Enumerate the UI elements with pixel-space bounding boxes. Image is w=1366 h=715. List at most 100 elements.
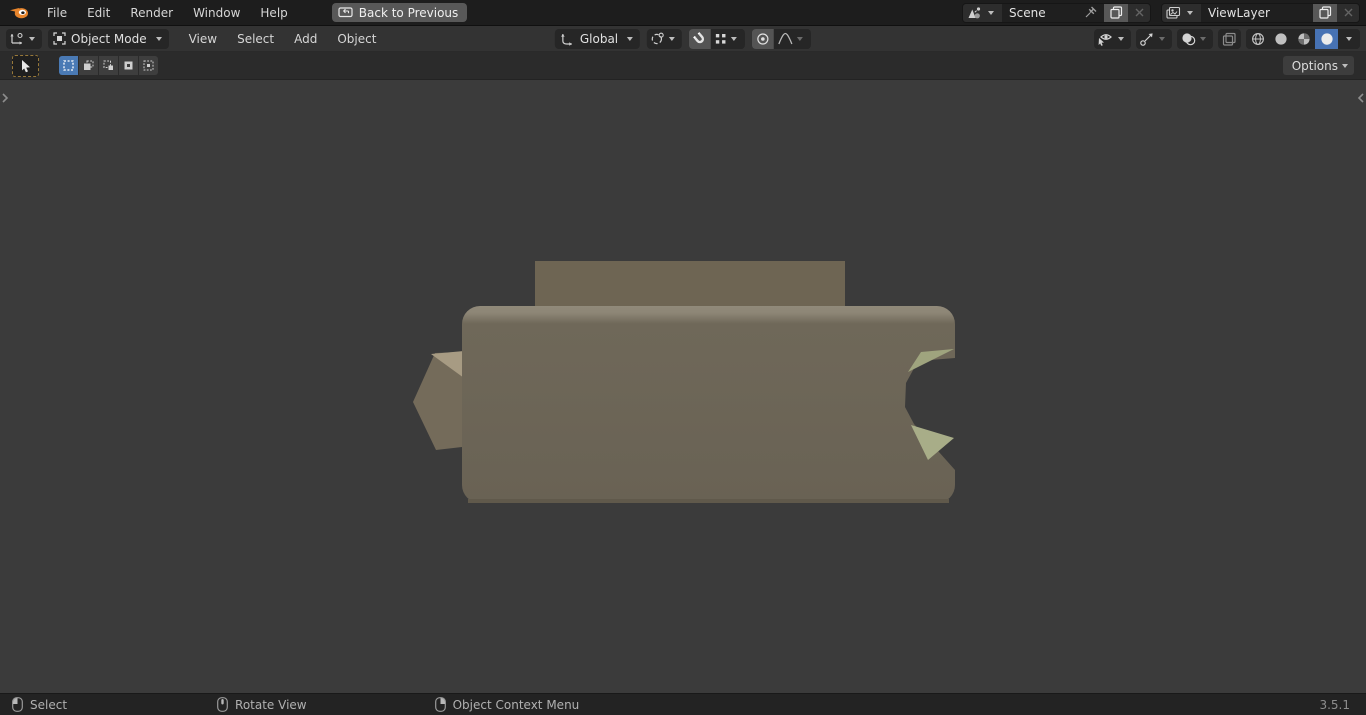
menu-help[interactable]: Help [250,0,297,25]
visibility-eye-icon [1097,32,1114,46]
magnet-icon [693,32,705,44]
status-keymap-select: Select [12,697,67,712]
mode-dropdown[interactable]: Object Mode [48,28,169,49]
editor-type-button[interactable] [6,28,42,49]
shading-rendered-button[interactable] [1315,28,1338,49]
duplicate-icon [1109,6,1122,19]
proportional-edit-group [752,29,812,49]
status-bar: Select Rotate View Object Context Menu 3… [0,693,1366,715]
viewport-header: Object Mode View Select Add Object Globa… [0,26,1366,52]
shading-wireframe-button[interactable] [1246,28,1269,49]
show-object-types-dropdown[interactable] [1094,28,1131,49]
menu-object[interactable]: Object [327,26,386,51]
middle-mouse-button-icon [217,697,228,712]
3d-scene [413,261,955,503]
select-mode-group [59,56,158,75]
select-mode-subtract[interactable] [99,56,118,75]
sofa-object[interactable] [413,261,955,503]
shading-solid-button[interactable] [1269,28,1292,49]
overlays-icon [1180,32,1196,46]
viewlayer-new-button[interactable] [1313,3,1337,22]
shading-group [1246,28,1360,49]
viewlayer-name-field[interactable]: ViewLayer [1201,3,1313,22]
chevron-down-icon [1342,63,1348,68]
pivot-point-icon [650,32,665,46]
snap-with-dropdown[interactable] [711,29,746,49]
chevron-down-icon [627,37,634,41]
scene-name-field[interactable]: Scene [1002,3,1104,22]
options-label: Options [1291,58,1338,73]
select-mode-invert[interactable] [119,56,138,75]
snap-increment-icon [716,34,726,44]
status-context-menu-label: Object Context Menu [452,697,580,712]
xray-icon [1222,32,1236,46]
select-set-icon [63,60,74,71]
proportional-editing-toggle[interactable] [752,29,775,49]
show-gizmo-dropdown[interactable] [1136,28,1172,49]
chevron-down-icon [155,36,162,41]
menu-render[interactable]: Render [120,0,183,25]
back-screen-icon [338,6,353,19]
status-keymap-context-menu: Object Context Menu [434,697,580,712]
select-intersect-icon [143,60,154,71]
tool-options-dropdown[interactable]: Options [1282,56,1354,75]
orientation-label: Global [579,32,619,46]
viewlayer-browse-button[interactable] [1162,3,1201,22]
blender-logo-icon[interactable] [6,5,37,20]
chevron-down-icon [29,36,35,41]
orientation-global-icon [558,32,575,46]
status-keymap-rotate: Rotate View [217,697,307,712]
scene-delete-button[interactable] [1128,3,1150,22]
snapping-group [689,29,746,49]
active-tool-select-box[interactable] [12,54,39,77]
header-right-controls [1094,28,1360,49]
mode-label: Object Mode [71,31,147,46]
close-icon [1135,8,1143,17]
header-center-controls: Global [554,29,812,49]
cursor-icon [22,59,30,72]
right-mouse-button-icon [434,697,446,712]
proportional-editing-icon [757,33,769,45]
proportional-falloff-dropdown[interactable] [774,29,812,49]
show-overlays-dropdown[interactable] [1177,28,1213,49]
select-subtract-icon [103,60,113,70]
pin-icon[interactable] [1084,6,1097,19]
transform-orientation-dropdown[interactable]: Global [554,29,641,49]
chevron-down-icon [1200,36,1206,41]
tool-settings-bar: Options [0,52,1366,80]
chevron-down-icon [1346,36,1352,41]
chevron-down-icon [1159,36,1165,41]
close-icon [1344,8,1352,17]
gizmo-icon [1139,32,1155,46]
menu-edit[interactable]: Edit [77,0,120,25]
menu-file[interactable]: File [37,0,77,25]
sidebar-expand-arrow[interactable] [1357,92,1365,107]
chevron-down-icon [797,37,804,41]
menu-window[interactable]: Window [183,0,250,25]
toolbar-expand-arrow[interactable] [1,92,9,107]
select-mode-intersect[interactable] [139,56,158,75]
shading-material-button[interactable] [1292,28,1315,49]
xray-toggle[interactable] [1218,28,1241,49]
back-to-previous-label: Back to Previous [358,5,459,20]
menu-select[interactable]: Select [227,26,284,51]
select-mode-set[interactable] [59,56,78,75]
viewlayer-delete-button[interactable] [1337,3,1359,22]
viewlayer-icon [1166,6,1181,20]
viewport-3d[interactable] [0,80,1366,693]
topbar: File Edit Render Window Help Back to Pre… [0,0,1366,26]
viewlayer-selector: ViewLayer [1161,2,1360,23]
snap-toggle-button[interactable] [689,29,712,49]
solid-sphere-icon [1274,32,1287,45]
back-to-previous-button[interactable]: Back to Previous [331,3,468,22]
status-select-label: Select [30,697,68,712]
scene-browse-button[interactable] [963,3,1002,22]
select-mode-extend[interactable] [79,56,98,75]
pivot-point-dropdown[interactable] [647,29,683,49]
scene-new-button[interactable] [1104,3,1128,22]
shading-options-dropdown[interactable] [1338,28,1360,49]
menu-view[interactable]: View [179,26,227,51]
select-extend-icon [84,60,94,70]
chevron-down-icon [669,37,676,41]
menu-add[interactable]: Add [284,26,327,51]
